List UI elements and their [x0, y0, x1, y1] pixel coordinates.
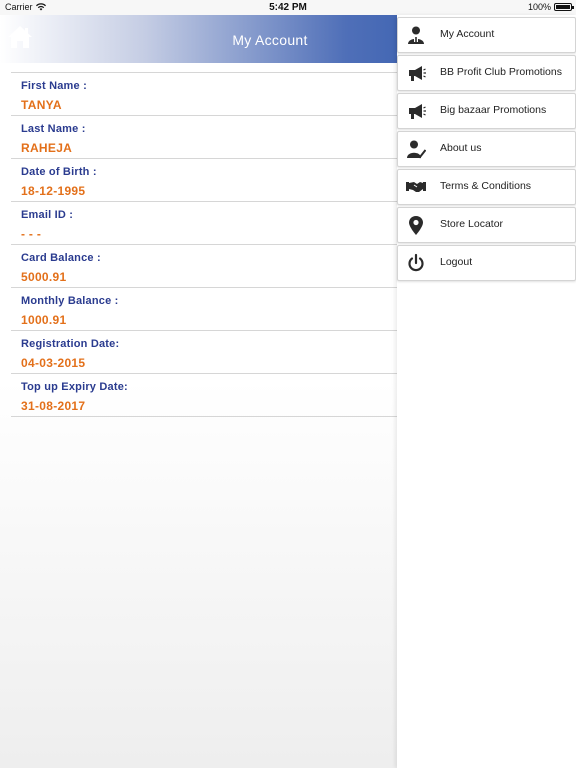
menu-item-logout[interactable]: Logout	[397, 245, 576, 281]
field-topup-expiry-date: Top up Expiry Date: 31-08-2017	[11, 374, 397, 417]
field-last-name: Last Name : RAHEJA	[11, 116, 397, 159]
menu-item-big-bazaar-promotions[interactable]: Big bazaar Promotions	[397, 93, 576, 129]
field-label: First Name :	[21, 80, 87, 92]
status-bar: Carrier 5:42 PM 100%	[0, 0, 576, 15]
user-check-icon	[407, 140, 426, 159]
battery-percent: 100%	[527, 2, 551, 12]
field-value: - - -	[21, 227, 42, 241]
field-label: Date of Birth :	[21, 166, 97, 178]
menu-item-about-us[interactable]: About us	[397, 131, 576, 167]
field-email-id: Email ID : - - -	[11, 202, 397, 245]
status-time: 5:42 PM	[269, 2, 307, 13]
megaphone-icon	[409, 66, 426, 81]
user-account-icon	[408, 26, 424, 44]
field-value: 31-08-2017	[21, 399, 86, 413]
menu-item-label: Store Locator	[440, 218, 504, 230]
field-label: Card Balance :	[21, 252, 101, 264]
page-title: My Account	[232, 32, 308, 48]
field-label: Last Name :	[21, 123, 86, 135]
handshake-icon	[406, 182, 426, 192]
map-pin-icon	[409, 216, 423, 235]
megaphone-icon	[409, 104, 426, 119]
field-label: Top up Expiry Date:	[21, 381, 128, 393]
battery-indicator: 100%	[527, 2, 574, 12]
menu-item-label: Logout	[440, 256, 473, 268]
field-value: 18-12-1995	[21, 184, 86, 198]
side-menu: My Account BB Profit Club Promotions Big…	[397, 15, 576, 768]
battery-icon	[554, 3, 574, 11]
menu-item-store-locator[interactable]: Store Locator	[397, 207, 576, 243]
menu-item-label: BB Profit Club Promotions	[440, 66, 562, 78]
account-fields-list: First Name : TANYA Last Name : RAHEJA Da…	[11, 72, 397, 417]
field-registration-date: Registration Date: 04-03-2015	[11, 331, 397, 374]
home-button[interactable]	[6, 23, 34, 51]
field-first-name: First Name : TANYA	[11, 73, 397, 116]
field-label: Email ID :	[21, 209, 74, 221]
menu-item-label: Terms & Conditions	[440, 180, 532, 192]
field-value: TANYA	[21, 98, 62, 112]
menu-item-label: Big bazaar Promotions	[440, 104, 547, 116]
field-value: 04-03-2015	[21, 356, 86, 370]
field-label: Monthly Balance :	[21, 295, 119, 307]
field-value: RAHEJA	[21, 141, 73, 155]
menu-item-label: About us	[440, 142, 482, 154]
field-card-balance: Card Balance : 5000.91	[11, 245, 397, 288]
field-monthly-balance: Monthly Balance : 1000.91	[11, 288, 397, 331]
field-value: 1000.91	[21, 313, 67, 327]
field-value: 5000.91	[21, 270, 67, 284]
menu-item-label: My Account	[440, 28, 495, 40]
menu-item-my-account[interactable]: My Account	[397, 17, 576, 53]
field-date-of-birth: Date of Birth : 18-12-1995	[11, 159, 397, 202]
menu-item-bb-profit-club-promotions[interactable]: BB Profit Club Promotions	[397, 55, 576, 91]
power-icon	[408, 253, 424, 272]
menu-item-terms-conditions[interactable]: Terms & Conditions	[397, 169, 576, 205]
field-label: Registration Date:	[21, 338, 120, 350]
home-icon	[8, 26, 32, 48]
